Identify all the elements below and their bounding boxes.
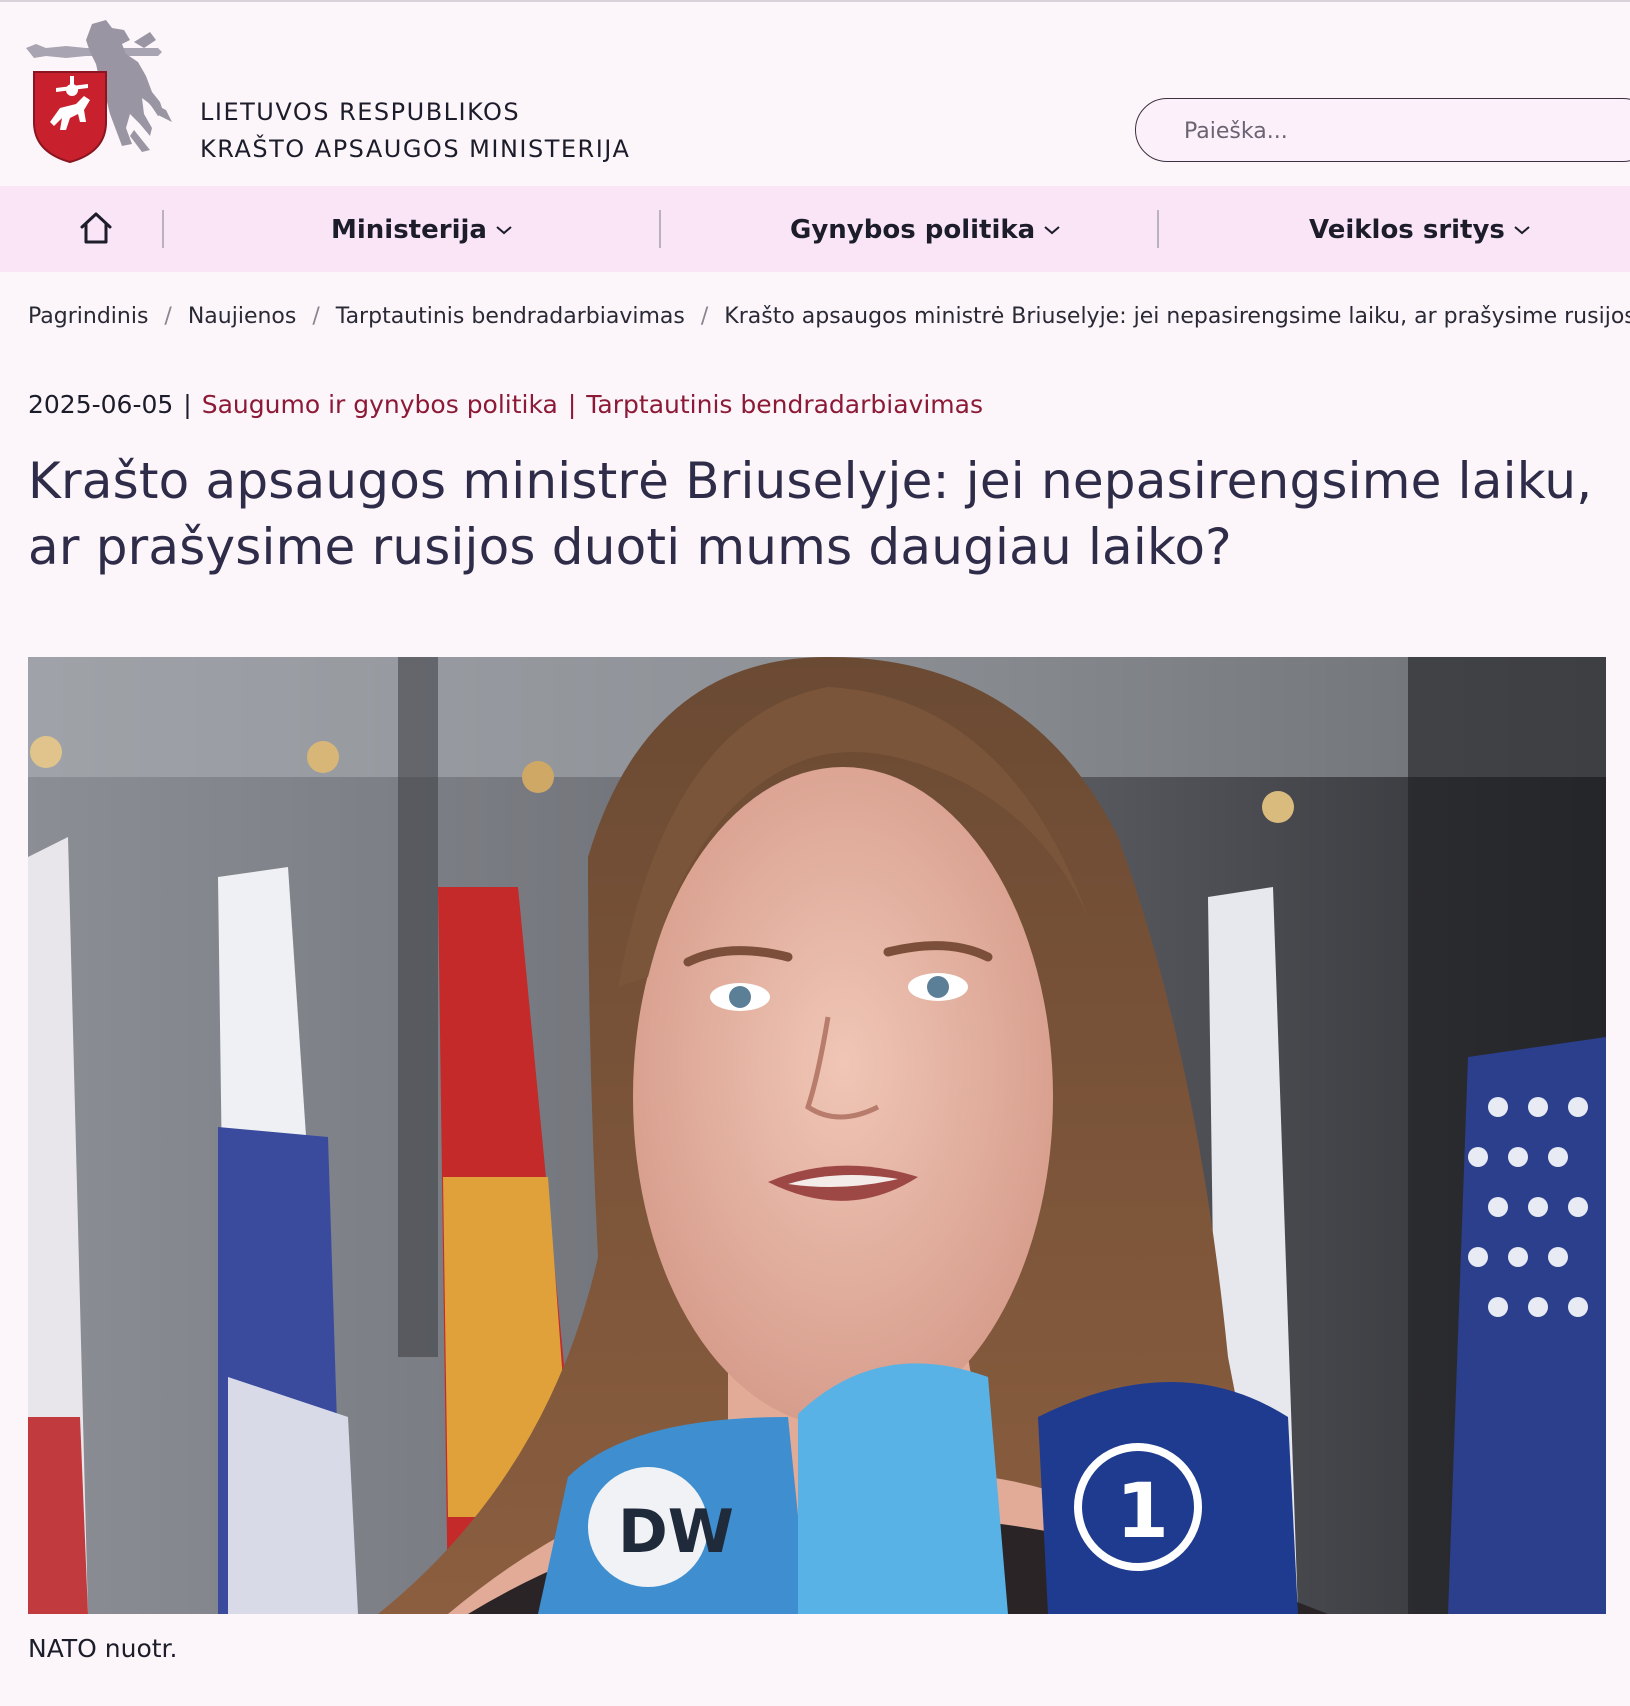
meta-divider: | [567,390,577,419]
nav-item-veiklos-sritys[interactable]: Veiklos sritys [1309,212,1531,248]
search-input[interactable] [1184,115,1624,147]
site-header: LIETUVOS RESPUBLIKOS KRAŠTO APSAUGOS MIN… [0,2,1630,186]
breadcrumb-separator: / [312,303,320,329]
article-title: Krašto apsaugos ministrė Briuselyje: jei… [28,452,1593,576]
article-category-link[interactable]: Tarptautinis bendradarbiavimas [586,390,983,419]
nav-divider [659,210,661,248]
article-photo-image: DW 1 [28,657,1606,1614]
nav-home-button[interactable] [76,208,116,248]
article-photo: DW 1 [28,657,1606,1614]
article-meta: 2025-06-05 | Saugumo ir gynybos politika… [28,390,983,419]
article-category-link[interactable]: Saugumo ir gynybos politika [202,390,558,419]
coat-of-arms-icon [26,20,172,164]
site-title-line2: KRAŠTO APSAUGOS MINISTERIJA [200,135,631,163]
breadcrumb-item-category[interactable]: Tarptautinis bendradarbiavimas [336,304,685,329]
search-box[interactable] [1135,98,1630,162]
breadcrumb-separator: / [164,303,172,329]
breadcrumb-item-home[interactable]: Pagrindinis [28,304,148,329]
breadcrumb-separator: / [700,303,709,329]
main-nav: Ministerija Gynybos politika Veiklos sri… [0,186,1630,272]
nav-divider [1157,210,1159,248]
breadcrumb: Pagrindinis / Naujienos / Tarptautinis b… [28,300,1630,332]
meta-divider: | [183,390,192,419]
breadcrumb-item-current: Krašto apsaugos ministrė Briuselyje: jei… [724,303,1630,329]
article-date: 2025-06-05 [28,390,174,419]
site-title[interactable]: LIETUVOS RESPUBLIKOS KRAŠTO APSAUGOS MIN… [200,94,630,168]
chevron-down-icon [1514,226,1530,235]
chevron-down-icon [496,226,512,235]
svg-text:1: 1 [1116,1466,1169,1555]
site-title-line1: LIETUVOS RESPUBLIKOS [200,98,521,126]
photo-caption: NATO nuotr. [28,1634,178,1663]
nav-divider [162,210,164,248]
nav-item-ministerija[interactable]: Ministerija [331,212,513,248]
nav-item-gynybos-politika[interactable]: Gynybos politika [790,212,1061,248]
chevron-down-icon [1044,226,1060,235]
ministry-logo[interactable] [26,18,178,164]
svg-text:DW: DW [618,1497,734,1567]
breadcrumb-item-news[interactable]: Naujienos [188,304,297,329]
nav-item-label: Gynybos politika [790,215,1036,245]
home-icon [80,212,112,244]
nav-item-label: Veiklos sritys [1309,215,1505,245]
nav-item-label: Ministerija [331,215,487,245]
